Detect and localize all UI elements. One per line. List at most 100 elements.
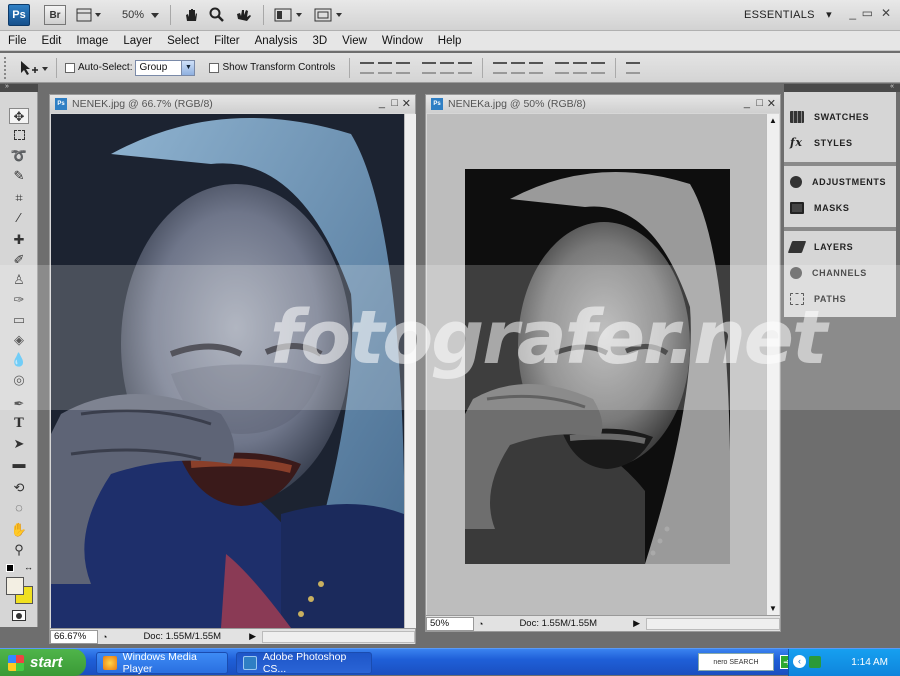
vertical-scrollbar[interactable]: ▲ ▼ bbox=[766, 114, 779, 615]
align-vcenter-icon[interactable] bbox=[378, 61, 393, 74]
swap-colors-icon[interactable]: ↔ bbox=[24, 562, 33, 572]
menu-layer[interactable]: Layer bbox=[115, 35, 159, 47]
document-window-nenek[interactable]: Ps NENEK.jpg @ 66.7% (RGB/8) _ □ ✕ 66.67… bbox=[49, 94, 416, 644]
screen-mode-button[interactable] bbox=[314, 4, 344, 26]
auto-select-checkbox[interactable] bbox=[65, 62, 75, 73]
adjustments-panel-button[interactable]: ADJUSTMENTS bbox=[790, 176, 886, 188]
align-bottom-icon[interactable] bbox=[396, 61, 411, 74]
pen-tool-icon[interactable]: ✒ bbox=[9, 396, 29, 412]
align-left-icon[interactable] bbox=[422, 61, 437, 74]
paths-panel-button[interactable]: PATHS bbox=[790, 293, 846, 305]
distribute-vcenter-icon[interactable] bbox=[511, 61, 526, 74]
clock[interactable]: 1:14 AM bbox=[851, 657, 888, 668]
eraser-tool-icon[interactable]: ▭ bbox=[9, 312, 29, 328]
swatches-panel-button[interactable]: SWATCHES bbox=[790, 111, 869, 123]
dodge-tool-icon[interactable]: ◎ bbox=[9, 372, 29, 388]
menu-image[interactable]: Image bbox=[68, 35, 115, 47]
zoom-field[interactable]: 50% bbox=[426, 616, 474, 631]
horizontal-scrollbar[interactable] bbox=[261, 630, 415, 643]
document-window-nenekbw[interactable]: Ps NENEKa.jpg @ 50% (RGB/8) _ □ ✕ ▲ ▼ 50… bbox=[425, 94, 781, 632]
healing-brush-tool-icon[interactable]: ✚ bbox=[9, 232, 29, 248]
workspace-switcher[interactable]: ESSENTIALS ▾ bbox=[744, 8, 832, 21]
marquee-tool-icon[interactable] bbox=[9, 128, 29, 144]
blur-tool-icon[interactable]: 💧 bbox=[9, 352, 29, 368]
toolbox-collapse-strip[interactable]: » bbox=[0, 83, 38, 92]
shape-tool-icon[interactable]: ▬ bbox=[9, 456, 29, 472]
eyedropper-tool-icon[interactable]: ⁄ bbox=[9, 210, 29, 226]
menu-view[interactable]: View bbox=[334, 35, 374, 47]
zoom-tool-button[interactable] bbox=[209, 4, 225, 26]
doc-close-button[interactable]: ✕ bbox=[402, 97, 411, 110]
distribute-right-icon[interactable] bbox=[591, 61, 606, 74]
align-hcenter-icon[interactable] bbox=[440, 61, 455, 74]
options-grip[interactable] bbox=[4, 56, 12, 79]
type-tool-icon[interactable]: T bbox=[9, 416, 29, 432]
canvas-area[interactable] bbox=[427, 114, 766, 615]
distribute-top-icon[interactable] bbox=[493, 61, 508, 74]
status-arrow-icon[interactable]: ▶ bbox=[249, 631, 256, 642]
styles-panel-button[interactable]: fx STYLES bbox=[790, 137, 853, 149]
document-tab-nenek[interactable]: Ps NENEK.jpg @ 66.7% (RGB/8) _ □ ✕ bbox=[50, 95, 415, 113]
vertical-scrollbar[interactable] bbox=[404, 114, 416, 628]
zoom-tool-icon[interactable]: ⚲ bbox=[9, 542, 29, 558]
hand-tool-button[interactable] bbox=[183, 4, 199, 26]
quick-mask-icon[interactable] bbox=[12, 610, 26, 621]
status-arrow-icon[interactable]: ▶ bbox=[633, 618, 640, 629]
brush-tool-icon[interactable]: ✐ bbox=[9, 252, 29, 268]
menu-3d[interactable]: 3D bbox=[304, 35, 334, 47]
clone-stamp-tool-icon[interactable]: ♙ bbox=[9, 272, 29, 288]
3d-orbit-tool-icon[interactable]: ◌ bbox=[9, 500, 29, 516]
layers-panel-button[interactable]: LAYERS bbox=[787, 241, 853, 253]
menu-edit[interactable]: Edit bbox=[34, 35, 69, 47]
move-tool-icon[interactable]: ✥ bbox=[9, 108, 29, 124]
tool-preset-picker[interactable] bbox=[18, 59, 48, 77]
auto-select-dropdown[interactable]: Group ▼ bbox=[135, 59, 196, 76]
network-icon[interactable] bbox=[809, 656, 821, 668]
taskbar-item-photoshop[interactable]: Adobe Photoshop CS... bbox=[236, 651, 372, 675]
minimize-button[interactable]: _ bbox=[849, 6, 856, 20]
document-tab-nenekbw[interactable]: Ps NENEKa.jpg @ 50% (RGB/8) _ □ ✕ bbox=[426, 95, 780, 113]
close-button[interactable]: ✕ bbox=[881, 6, 891, 20]
foreground-color-swatch[interactable] bbox=[6, 577, 24, 595]
doc-maximize-button[interactable]: □ bbox=[391, 97, 398, 109]
tray-expand-icon[interactable]: ‹ bbox=[793, 655, 806, 668]
paint-bucket-tool-icon[interactable]: ◈ bbox=[9, 332, 29, 348]
distribute-bottom-icon[interactable] bbox=[529, 61, 544, 74]
history-brush-tool-icon[interactable]: ✑ bbox=[9, 292, 29, 308]
3d-rotate-tool-icon[interactable]: ⟲ bbox=[9, 480, 29, 496]
launch-bridge-button[interactable]: Br bbox=[44, 5, 66, 25]
horizontal-scrollbar[interactable] bbox=[645, 617, 780, 630]
distribute-left-icon[interactable] bbox=[555, 61, 570, 74]
default-colors-icon[interactable] bbox=[6, 564, 14, 572]
canvas-photo-color[interactable] bbox=[51, 114, 404, 628]
menu-select[interactable]: Select bbox=[159, 35, 206, 47]
menu-window[interactable]: Window bbox=[374, 35, 430, 47]
scroll-down-icon[interactable]: ▼ bbox=[769, 604, 777, 613]
panel-collapse-strip[interactable]: « bbox=[784, 83, 900, 92]
canvas-photo-bw[interactable] bbox=[465, 169, 730, 564]
doc-minimize-button[interactable]: _ bbox=[379, 97, 385, 109]
channels-panel-button[interactable]: CHANNELS bbox=[790, 267, 867, 279]
doc-maximize-button[interactable]: □ bbox=[756, 97, 763, 109]
lasso-tool-icon[interactable]: ➰ bbox=[9, 148, 29, 164]
auto-align-layers-icon[interactable] bbox=[626, 61, 641, 74]
doc-minimize-button[interactable]: _ bbox=[744, 97, 750, 109]
menu-file[interactable]: File bbox=[0, 35, 34, 47]
taskbar-item-media-player[interactable]: Windows Media Player bbox=[96, 651, 228, 675]
show-transform-checkbox[interactable] bbox=[209, 62, 220, 73]
nero-search-box[interactable]: nero SEARCH bbox=[698, 653, 774, 671]
menu-filter[interactable]: Filter bbox=[206, 35, 247, 47]
view-extras-button[interactable] bbox=[76, 4, 102, 26]
hand-tool-icon[interactable]: ✋ bbox=[9, 522, 29, 538]
scroll-up-icon[interactable]: ▲ bbox=[769, 116, 777, 125]
align-right-icon[interactable] bbox=[458, 61, 473, 74]
crop-tool-icon[interactable]: ⌗ bbox=[9, 190, 29, 206]
doc-close-button[interactable]: ✕ bbox=[767, 97, 776, 110]
masks-panel-button[interactable]: MASKS bbox=[790, 202, 850, 214]
quick-selection-tool-icon[interactable]: ✎ bbox=[9, 168, 29, 184]
restore-button[interactable]: ▭ bbox=[862, 6, 873, 20]
status-menu-icon[interactable]: ◔ bbox=[478, 619, 483, 629]
zoom-level-dropdown[interactable]: 50% bbox=[112, 4, 160, 26]
status-menu-icon[interactable]: ◔ bbox=[102, 632, 107, 642]
distribute-hcenter-icon[interactable] bbox=[573, 61, 588, 74]
